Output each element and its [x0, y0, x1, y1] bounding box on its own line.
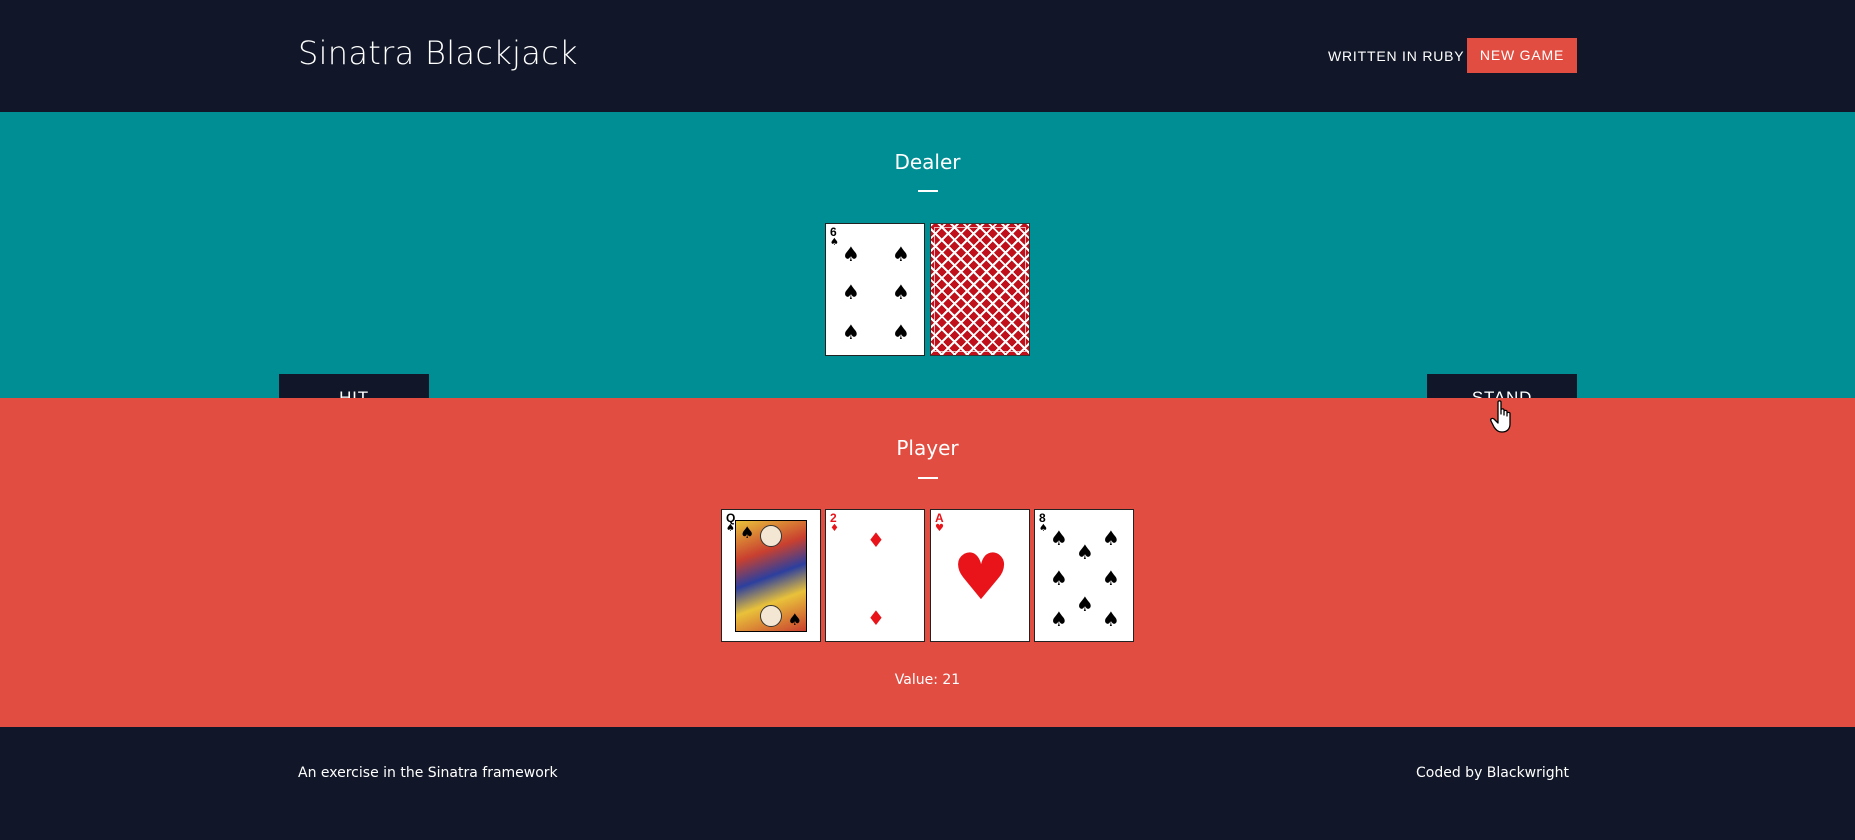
top-navbar: Sinatra Blackjack WRITTEN IN RUBY NEW GA…: [0, 0, 1855, 112]
spade-icon: ♠: [1039, 523, 1048, 534]
dealer-area: Dealer 6 ♠ ♠ ♠ ♠ ♠ ♠ ♠: [0, 112, 1855, 398]
footer-tagline: An exercise in the Sinatra framework: [298, 765, 558, 781]
spade-icon: ♠: [1102, 607, 1120, 631]
dealer-title: Dealer: [894, 150, 961, 174]
player-card-2: 2 ♦ ♦ ♦: [825, 509, 925, 642]
spade-icon: ♠: [892, 320, 910, 344]
spade-icon: ♠: [892, 280, 910, 304]
spade-icon: ♠: [1076, 592, 1094, 616]
spade-icon: ♠: [726, 523, 735, 534]
heart-icon: ♥: [935, 523, 944, 534]
spade-icon: ♠: [1102, 566, 1120, 590]
spade-icon: ♠: [1050, 566, 1068, 590]
spade-icon: ♠: [842, 242, 860, 266]
player-hand-value: Value: 21: [894, 672, 961, 688]
dealer-divider: [918, 190, 938, 192]
brand-title[interactable]: Sinatra Blackjack: [298, 34, 578, 72]
player-card-3: A ♥ ♥: [930, 509, 1030, 642]
dealer-card-1: 6 ♠ ♠ ♠ ♠ ♠ ♠ ♠: [825, 223, 925, 356]
spade-icon: ♠: [1076, 540, 1094, 564]
spade-icon: ♠: [740, 523, 755, 542]
spade-icon: ♠: [787, 610, 802, 629]
written-in-ruby-link[interactable]: WRITTEN IN RUBY: [1328, 48, 1464, 64]
diamond-icon: ♦: [867, 528, 885, 552]
player-title: Player: [896, 436, 959, 460]
player-card-4: 8 ♠ ♠ ♠ ♠ ♠ ♠ ♠ ♠ ♠: [1034, 509, 1134, 642]
spade-icon: ♠: [1050, 526, 1068, 550]
new-game-button[interactable]: NEW GAME: [1467, 38, 1577, 73]
hand-pointer-icon: [1490, 400, 1511, 433]
spade-icon: ♠: [842, 280, 860, 304]
spade-icon: ♠: [892, 242, 910, 266]
spade-icon: ♠: [1050, 607, 1068, 631]
player-card-1: ♠ ♠ Q ♠: [721, 509, 821, 642]
diamond-icon: ♦: [867, 606, 885, 630]
queen-head: [760, 525, 782, 547]
heart-icon: ♥: [952, 541, 1010, 615]
player-divider: [918, 477, 938, 479]
queen-head: [760, 605, 782, 627]
dealer-card-2-face-down: [930, 223, 1030, 356]
diamond-icon: ♦: [830, 523, 839, 534]
spade-icon: ♠: [1102, 526, 1120, 550]
spade-icon: ♠: [842, 320, 860, 344]
footer-credit[interactable]: Coded by Blackwright: [1416, 765, 1569, 781]
queen-face-art: ♠ ♠: [735, 520, 807, 632]
footer: An exercise in the Sinatra framework Cod…: [0, 727, 1855, 840]
spade-icon: ♠: [830, 237, 839, 248]
